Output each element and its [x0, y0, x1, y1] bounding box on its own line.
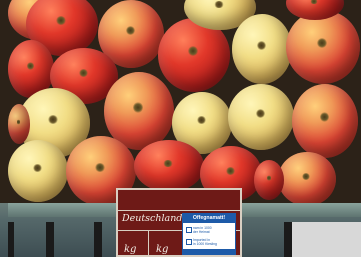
- apple: [232, 14, 292, 84]
- checkbox-icon: [186, 239, 192, 245]
- apple: [8, 104, 30, 144]
- apple: [8, 140, 68, 202]
- apple: [292, 84, 358, 158]
- sticker-title: Offegnamatt!: [183, 214, 235, 223]
- crate-highlight: [292, 222, 361, 257]
- sticker-row: Imported in in 1000 Kiesling: [186, 238, 234, 248]
- checkbox-icon: [186, 227, 192, 233]
- sticker-line: in 1000 Kiesling: [193, 242, 217, 246]
- sign-divider: [118, 210, 240, 211]
- sign-unit-left: kg: [124, 244, 137, 255]
- apple: [278, 152, 336, 206]
- apple: [228, 84, 294, 150]
- sign-unit-right: kg: [156, 244, 169, 255]
- origin-sticker: Offegnamatt! nam in 1000 der Heimat Impo…: [182, 213, 236, 255]
- sign-divider: [148, 230, 149, 257]
- crate-slot: [94, 222, 102, 257]
- crate-slot: [46, 222, 54, 257]
- apple: [254, 160, 284, 200]
- apple: [286, 10, 360, 84]
- crate-slot: [8, 222, 14, 257]
- sticker-line: der Heimat: [193, 230, 210, 234]
- apple: [134, 140, 204, 192]
- sticker-footer: [183, 249, 235, 254]
- crate-slot: [284, 222, 292, 257]
- sticker-row: nam in 1000 der Heimat: [186, 226, 234, 236]
- apple-crate-photo: Deutschland kg kg Offegnamatt! nam in 10…: [0, 0, 361, 257]
